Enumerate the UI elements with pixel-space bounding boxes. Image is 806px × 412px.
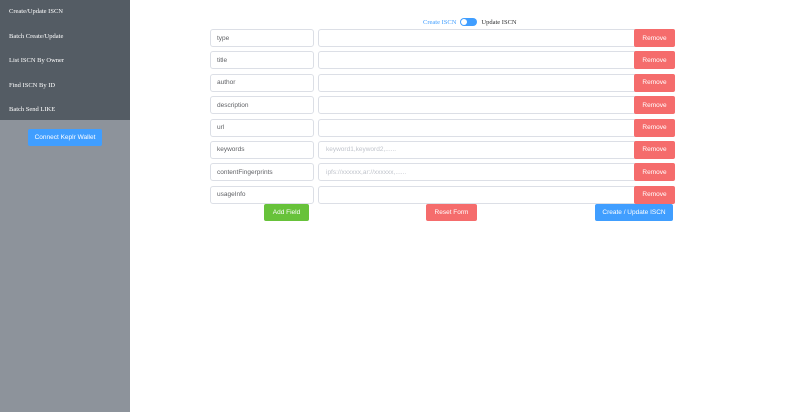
remove-field-button[interactable]: Remove bbox=[634, 185, 675, 204]
remove-field-button[interactable]: Remove bbox=[634, 96, 675, 115]
sidebar-menu: Create/Update ISCN Batch Create/Update L… bbox=[0, 0, 130, 120]
field-value-input[interactable] bbox=[318, 185, 640, 204]
add-field-button[interactable]: Add Field bbox=[264, 204, 309, 221]
field-row: contentFingerprints ipfs://xxxxxx,ar://x… bbox=[210, 163, 675, 185]
sidebar-item-batch-create-update[interactable]: Batch Create/Update bbox=[0, 25, 130, 50]
remove-field-button[interactable]: Remove bbox=[634, 51, 675, 70]
field-row: description Remove bbox=[210, 96, 675, 118]
field-key-input[interactable]: keywords bbox=[210, 140, 314, 159]
field-row: type Remove bbox=[210, 29, 675, 51]
remove-field-button[interactable]: Remove bbox=[634, 118, 675, 137]
mode-toggle[interactable] bbox=[460, 18, 478, 26]
field-value-input[interactable]: keyword1,keyword2,...... bbox=[318, 140, 640, 159]
remove-field-button[interactable]: Remove bbox=[634, 73, 675, 92]
field-key-input[interactable]: title bbox=[210, 51, 314, 70]
sidebar: Create/Update ISCN Batch Create/Update L… bbox=[0, 0, 130, 412]
sidebar-item-list-iscn-by-owner[interactable]: List ISCN By Owner bbox=[0, 49, 130, 74]
field-key-input[interactable]: type bbox=[210, 29, 314, 47]
field-key-input[interactable]: url bbox=[210, 118, 314, 137]
field-value-input[interactable]: ipfs://xxxxxx,ar://xxxxxx,...... bbox=[318, 163, 640, 182]
app-root: Create/Update ISCN Batch Create/Update L… bbox=[0, 0, 806, 412]
field-key-input[interactable]: usageInfo bbox=[210, 185, 314, 204]
mode-label-update: Update ISCN bbox=[481, 18, 517, 26]
field-row: url Remove bbox=[210, 118, 675, 141]
field-value-input[interactable] bbox=[318, 96, 640, 115]
field-row: title Remove bbox=[210, 51, 675, 73]
mode-label-create: Create ISCN bbox=[423, 18, 457, 26]
mode-switch: Create ISCN Update ISCN bbox=[423, 17, 517, 27]
remove-field-button[interactable]: Remove bbox=[634, 163, 675, 182]
sidebar-item-create-update-iscn[interactable]: Create/Update ISCN bbox=[0, 0, 130, 25]
field-value-input[interactable] bbox=[318, 118, 640, 137]
field-rows: type Remove title Remove author Remove d… bbox=[210, 29, 675, 208]
field-value-input[interactable] bbox=[318, 29, 640, 47]
connect-keplr-wallet-button[interactable]: Connect Keplr Wallet bbox=[28, 129, 102, 146]
create-update-iscn-button[interactable]: Create / Update ISCN bbox=[595, 204, 673, 221]
field-row: keywords keyword1,keyword2,...... Remove bbox=[210, 140, 675, 163]
field-key-input[interactable]: author bbox=[210, 73, 314, 92]
field-value-input[interactable] bbox=[318, 51, 640, 70]
remove-field-button[interactable]: Remove bbox=[634, 140, 675, 159]
field-row: author Remove bbox=[210, 73, 675, 96]
field-key-input[interactable]: description bbox=[210, 96, 314, 115]
field-value-input[interactable] bbox=[318, 73, 640, 92]
mode-toggle-knob bbox=[461, 19, 468, 25]
remove-field-button[interactable]: Remove bbox=[634, 29, 675, 47]
sidebar-item-find-iscn-by-id[interactable]: Find ISCN By ID bbox=[0, 74, 130, 99]
reset-form-button[interactable]: Reset Form bbox=[426, 204, 477, 221]
field-key-input[interactable]: contentFingerprints bbox=[210, 163, 314, 182]
sidebar-item-batch-send-like[interactable]: Batch Send LIKE bbox=[0, 98, 130, 123]
